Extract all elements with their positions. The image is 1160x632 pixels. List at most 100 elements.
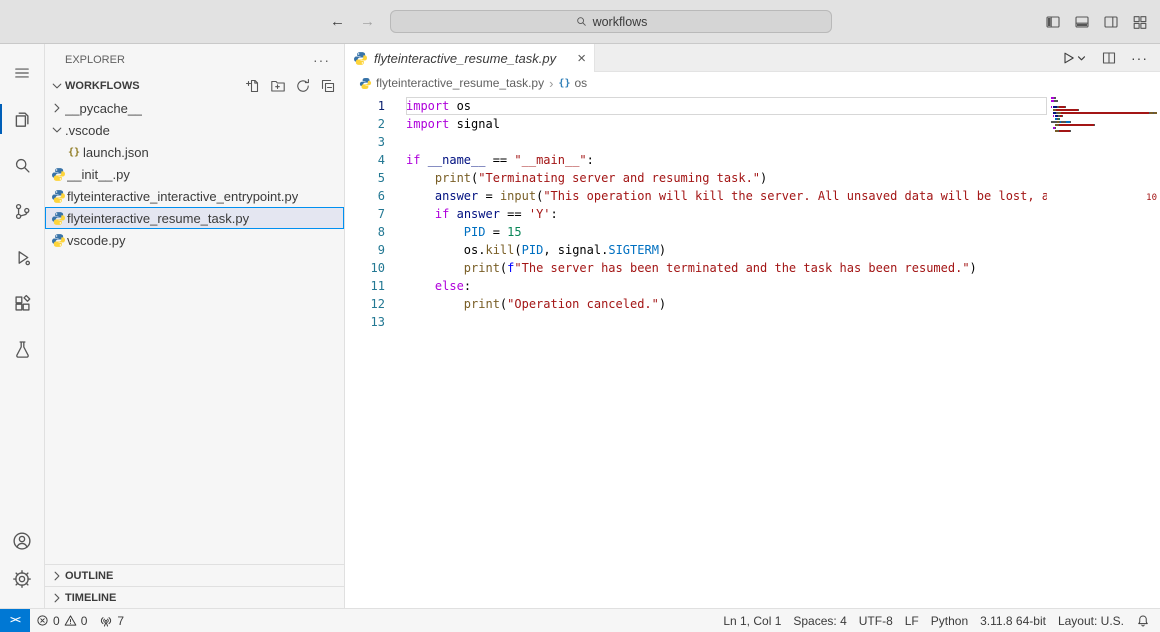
activity-explorer[interactable] bbox=[0, 96, 45, 142]
line-content: import os bbox=[406, 97, 1047, 115]
refresh-icon[interactable] bbox=[295, 78, 311, 94]
line-content: if __name__ == "__main__": bbox=[406, 151, 1047, 169]
line-content: import signal bbox=[406, 115, 1047, 133]
status-python-interpreter[interactable]: 3.11.8 64-bit bbox=[974, 609, 1052, 632]
history-navigation: ← → bbox=[330, 0, 375, 43]
remote-indicator[interactable]: >< bbox=[0, 609, 30, 632]
code-line[interactable]: 5 print("Terminating server and resuming… bbox=[345, 169, 1160, 187]
python-file-icon bbox=[359, 77, 372, 90]
new-file-icon[interactable] bbox=[245, 78, 261, 94]
code-line[interactable]: 10 print(f"The server has been terminate… bbox=[345, 259, 1160, 277]
split-editor-button[interactable] bbox=[1101, 50, 1117, 66]
code-line[interactable]: 6 answer = input("This operation will ki… bbox=[345, 187, 1160, 205]
forward-button[interactable]: → bbox=[360, 13, 375, 30]
tree-item[interactable]: __init__.py bbox=[45, 163, 344, 185]
code-editor[interactable]: 1import os2import signal34if __name__ ==… bbox=[345, 94, 1160, 608]
collapse-all-icon[interactable] bbox=[320, 78, 336, 94]
run-debug-icon bbox=[13, 248, 32, 267]
warning-icon bbox=[64, 614, 77, 627]
settings-gear-icon bbox=[12, 569, 32, 589]
status-keyboard-layout[interactable]: Layout: U.S. bbox=[1052, 609, 1130, 632]
radio-tower-icon bbox=[99, 614, 113, 628]
tab-flyteinteractive-resume-task[interactable]: flyteinteractive_resume_task.py × bbox=[345, 44, 595, 72]
status-cursor-position[interactable]: Ln 1, Col 1 bbox=[717, 609, 787, 632]
minimap[interactable] bbox=[1047, 97, 1160, 608]
section-outline[interactable]: OUTLINE bbox=[45, 564, 344, 586]
remote-icon: >< bbox=[10, 615, 20, 626]
section-timeline[interactable]: TIMELINE bbox=[45, 586, 344, 608]
minimap-overflow-text: 10 bbox=[1146, 193, 1157, 203]
explorer-icon bbox=[12, 109, 32, 129]
back-button[interactable]: ← bbox=[330, 13, 345, 30]
breadcrumb-symbol[interactable]: os bbox=[574, 76, 587, 90]
activity-account[interactable] bbox=[0, 522, 45, 560]
workflows-section-header[interactable]: WORKFLOWS bbox=[45, 75, 344, 97]
problems-status[interactable]: 00 bbox=[30, 609, 93, 632]
tree-item-label: .vscode bbox=[65, 123, 110, 138]
python-file-icon bbox=[49, 211, 67, 226]
line-content: os.kill(PID, signal.SIGTERM) bbox=[406, 241, 1047, 259]
code-line[interactable]: 1import os bbox=[345, 97, 1160, 115]
code-line[interactable]: 3 bbox=[345, 133, 1160, 151]
activity-search[interactable] bbox=[0, 142, 45, 188]
command-center-search[interactable]: workflows bbox=[390, 10, 832, 33]
json-file-icon: {} bbox=[65, 147, 83, 158]
code-line[interactable]: 4if __name__ == "__main__": bbox=[345, 151, 1160, 169]
sidebar-bottom-sections: OUTLINE TIMELINE bbox=[45, 564, 344, 608]
status-bar-right: Ln 1, Col 1Spaces: 4UTF-8LFPython3.11.8 … bbox=[717, 609, 1160, 632]
new-folder-icon[interactable] bbox=[270, 78, 286, 94]
activity-source-control[interactable] bbox=[0, 188, 45, 234]
breadcrumb-file[interactable]: flyteinteractive_resume_task.py bbox=[376, 76, 544, 90]
editor-more-actions-button[interactable]: ··· bbox=[1131, 50, 1148, 66]
sidebar-title: EXPLORER bbox=[65, 54, 125, 66]
activity-settings-gear[interactable] bbox=[0, 560, 45, 598]
tree-item-label: flyteinteractive_resume_task.py bbox=[67, 211, 249, 226]
tab-label: flyteinteractive_resume_task.py bbox=[374, 51, 556, 66]
activity-menu[interactable] bbox=[0, 50, 45, 96]
code-line[interactable]: 9 os.kill(PID, signal.SIGTERM) bbox=[345, 241, 1160, 259]
status-language-mode[interactable]: Python bbox=[925, 609, 974, 632]
tree-item[interactable]: {}launch.json bbox=[45, 141, 344, 163]
line-content bbox=[406, 313, 1047, 331]
code-line[interactable]: 2import signal bbox=[345, 115, 1160, 133]
code-line[interactable]: 13 bbox=[345, 313, 1160, 331]
explorer-more-actions-button[interactable]: ··· bbox=[313, 52, 330, 68]
code-line[interactable]: 8 PID = 15 bbox=[345, 223, 1160, 241]
layout-sidebar-left-icon[interactable] bbox=[1045, 14, 1061, 30]
activity-extensions[interactable] bbox=[0, 280, 45, 326]
run-python-file-button[interactable] bbox=[1061, 50, 1087, 66]
tree-item[interactable]: flyteinteractive_interactive_entrypoint.… bbox=[45, 185, 344, 207]
notifications-bell[interactable] bbox=[1130, 609, 1156, 632]
activity-testing[interactable] bbox=[0, 326, 45, 372]
python-file-icon bbox=[49, 189, 67, 204]
ports-status[interactable]: 7 bbox=[93, 609, 130, 632]
breadcrumb: flyteinteractive_resume_task.py › {} os bbox=[345, 72, 1160, 94]
code-line[interactable]: 7 if answer == 'Y': bbox=[345, 205, 1160, 223]
layout-sidebar-right-icon[interactable] bbox=[1103, 14, 1119, 30]
editor-group: flyteinteractive_resume_task.py × ··· fl… bbox=[345, 44, 1160, 608]
tab-close-icon[interactable]: × bbox=[577, 51, 586, 66]
status-indentation[interactable]: Spaces: 4 bbox=[787, 609, 852, 632]
layout-panel-icon[interactable] bbox=[1074, 14, 1090, 30]
tree-item[interactable]: .vscode bbox=[45, 119, 344, 141]
activity-run-debug[interactable] bbox=[0, 234, 45, 280]
tree-item[interactable]: vscode.py bbox=[45, 229, 344, 251]
status-encoding[interactable]: UTF-8 bbox=[853, 609, 899, 632]
code-line[interactable]: 12 print("Operation canceled.") bbox=[345, 295, 1160, 313]
customize-layout-icon[interactable] bbox=[1132, 14, 1148, 30]
line-number: 11 bbox=[345, 277, 385, 295]
code-line[interactable]: 11 else: bbox=[345, 277, 1160, 295]
minimap-line bbox=[1051, 112, 1160, 114]
tree-item[interactable]: __pycache__ bbox=[45, 97, 344, 119]
tree-item[interactable]: flyteinteractive_resume_task.py bbox=[45, 207, 344, 229]
status-eol[interactable]: LF bbox=[899, 609, 925, 632]
minimap-line bbox=[1051, 124, 1160, 126]
python-file-icon bbox=[49, 167, 67, 182]
section-label: OUTLINE bbox=[65, 570, 113, 582]
titlebar: ← → workflows bbox=[0, 0, 1160, 44]
minimap-line bbox=[1051, 130, 1160, 132]
tree-item-label: __init__.py bbox=[67, 167, 130, 182]
line-number: 6 bbox=[345, 187, 385, 205]
account-icon bbox=[12, 531, 32, 551]
line-number: 10 bbox=[345, 259, 385, 277]
